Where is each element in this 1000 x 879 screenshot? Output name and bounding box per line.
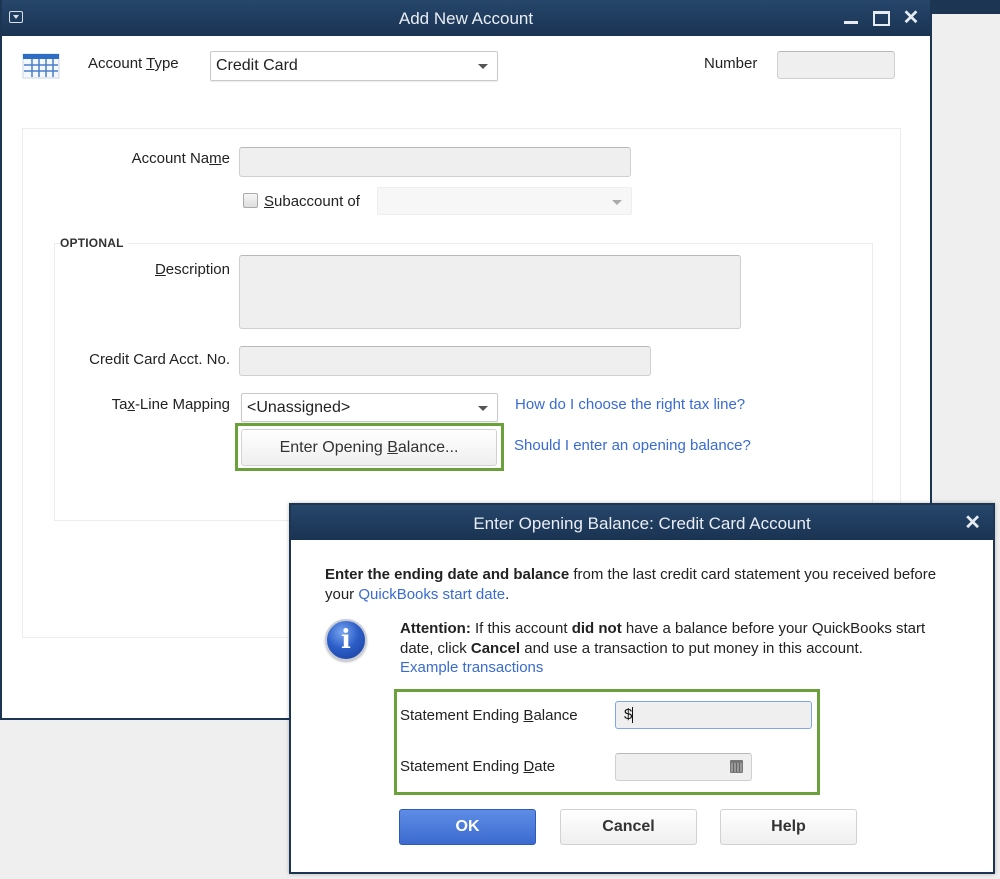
example-transactions-link[interactable]: Example transactions bbox=[400, 659, 543, 676]
statement-balance-value: $ bbox=[624, 706, 633, 723]
enter-opening-balance-dialog: Enter Opening Balance: Credit Card Accou… bbox=[289, 503, 995, 874]
account-name-input[interactable] bbox=[239, 147, 631, 177]
ok-button[interactable]: OK bbox=[399, 809, 536, 845]
chevron-down-icon bbox=[612, 200, 622, 205]
dialog-titlebar: Enter Opening Balance: Credit Card Accou… bbox=[291, 505, 993, 540]
subaccount-checkbox[interactable] bbox=[243, 193, 258, 208]
statement-balance-input[interactable]: $ bbox=[615, 701, 812, 729]
statement-date-input[interactable] bbox=[615, 753, 752, 781]
close-icon[interactable]: ✕ bbox=[902, 8, 920, 28]
description-textarea[interactable] bbox=[239, 255, 741, 329]
enter-opening-balance-button[interactable]: Enter Opening Balance... bbox=[241, 429, 497, 466]
background-app-titlebar bbox=[930, 0, 1000, 14]
cc-acct-no-label: Credit Card Acct. No. bbox=[89, 351, 230, 368]
dialog-intro-text: Enter the ending date and balance from t… bbox=[325, 566, 937, 603]
cancel-button[interactable]: Cancel bbox=[560, 809, 697, 845]
opening-balance-help-link[interactable]: Should I enter an opening balance? bbox=[514, 437, 751, 454]
account-register-icon bbox=[22, 53, 60, 79]
system-menu-icon[interactable] bbox=[9, 11, 23, 23]
description-label: Description bbox=[154, 261, 230, 278]
subaccount-select[interactable] bbox=[377, 187, 632, 215]
text-cursor bbox=[632, 707, 634, 724]
tax-line-select[interactable]: <Unassigned> bbox=[241, 393, 498, 422]
account-name-label: Account Name bbox=[131, 150, 230, 167]
tax-line-value: <Unassigned> bbox=[247, 399, 351, 416]
quickbooks-start-date-link[interactable]: QuickBooks start date bbox=[358, 586, 505, 603]
optional-heading: OPTIONAL bbox=[60, 236, 128, 250]
info-icon: i bbox=[325, 619, 367, 661]
minimize-icon[interactable] bbox=[842, 9, 860, 27]
chevron-down-icon bbox=[478, 406, 488, 411]
number-label: Number bbox=[704, 55, 758, 72]
subaccount-label[interactable]: Subaccount of bbox=[264, 193, 360, 210]
dialog-close-icon[interactable]: ✕ bbox=[964, 505, 981, 541]
account-type-select[interactable]: Credit Card bbox=[210, 51, 498, 81]
dialog-title: Enter Opening Balance: Credit Card Accou… bbox=[473, 514, 811, 533]
number-input[interactable] bbox=[777, 51, 895, 79]
chevron-down-icon bbox=[478, 64, 488, 69]
cc-acct-no-input[interactable] bbox=[239, 346, 651, 376]
main-titlebar: Add New Account ✕ bbox=[2, 0, 930, 36]
statement-date-label: Statement Ending Date bbox=[400, 758, 556, 775]
maximize-icon[interactable] bbox=[872, 9, 890, 27]
account-type-value: Credit Card bbox=[216, 57, 298, 74]
account-type-label: Account Type bbox=[88, 55, 179, 72]
attention-text: Attention: If this account did not have … bbox=[400, 620, 926, 657]
calendar-icon[interactable] bbox=[730, 760, 743, 773]
window-title: Add New Account bbox=[398, 9, 534, 28]
statement-balance-label: Statement Ending Balance bbox=[400, 707, 578, 724]
help-button[interactable]: Help bbox=[720, 809, 857, 845]
tax-line-label: Tax-Line Mapping bbox=[111, 396, 230, 413]
tax-line-help-link[interactable]: How do I choose the right tax line? bbox=[515, 396, 745, 413]
